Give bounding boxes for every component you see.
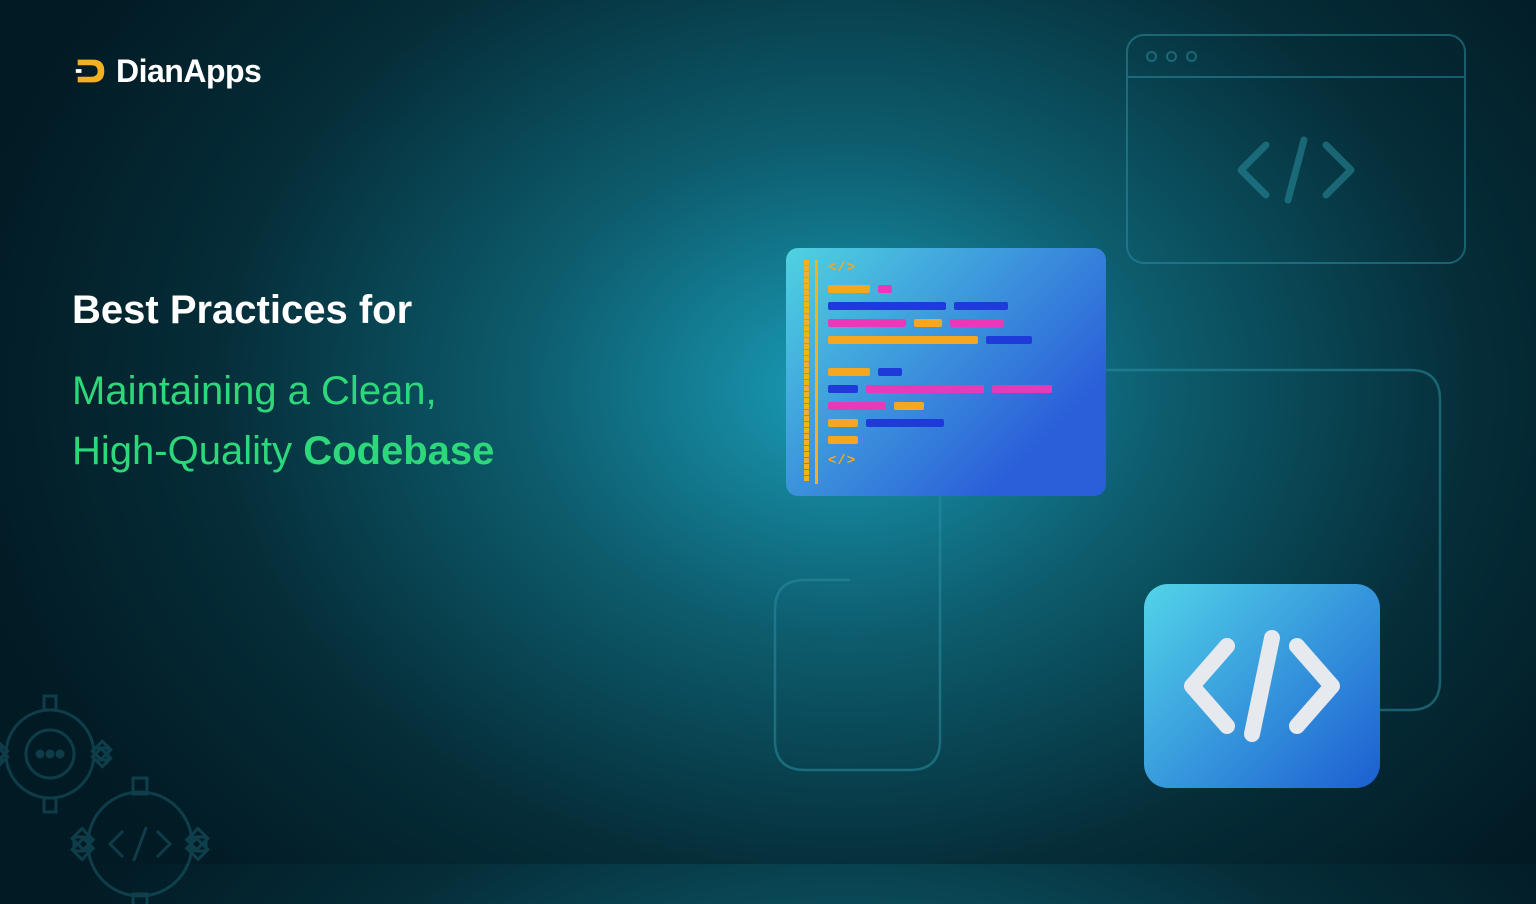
code-editor-card: </> </>: [786, 248, 1106, 496]
heading-line-3: High-Quality Codebase: [72, 421, 494, 481]
main-heading: Best Practices for Maintaining a Clean, …: [72, 288, 494, 481]
code-icon-card: [1144, 584, 1380, 788]
window-dot-icon: [1166, 51, 1177, 62]
code-lines: </> </>: [828, 260, 1052, 484]
gears-decoration-icon: [0, 644, 250, 904]
window-dot-icon: [1146, 51, 1157, 62]
heading-line-3-bold: Codebase: [303, 429, 494, 473]
logo-text: DianApps: [116, 53, 261, 90]
heading-line-3-prefix: High-Quality: [72, 429, 303, 473]
brand-logo: DianApps: [72, 52, 261, 90]
window-dot-icon: [1186, 51, 1197, 62]
browser-window-outline: [1126, 34, 1466, 264]
heading-line-1: Best Practices for: [72, 288, 494, 333]
code-open-tag: </>: [828, 260, 1052, 276]
logo-mark-icon: [72, 52, 110, 90]
code-close-tag: </>: [828, 453, 1052, 469]
connector-line-2: [760, 490, 1180, 810]
window-body: [1128, 78, 1464, 262]
heading-line-2: Maintaining a Clean,: [72, 361, 494, 421]
code-brackets-icon: [1226, 135, 1366, 205]
code-brackets-large-icon: [1172, 626, 1352, 746]
code-vertical-rule: [815, 260, 818, 484]
code-gutter: [804, 260, 809, 484]
window-topbar: [1128, 36, 1464, 78]
